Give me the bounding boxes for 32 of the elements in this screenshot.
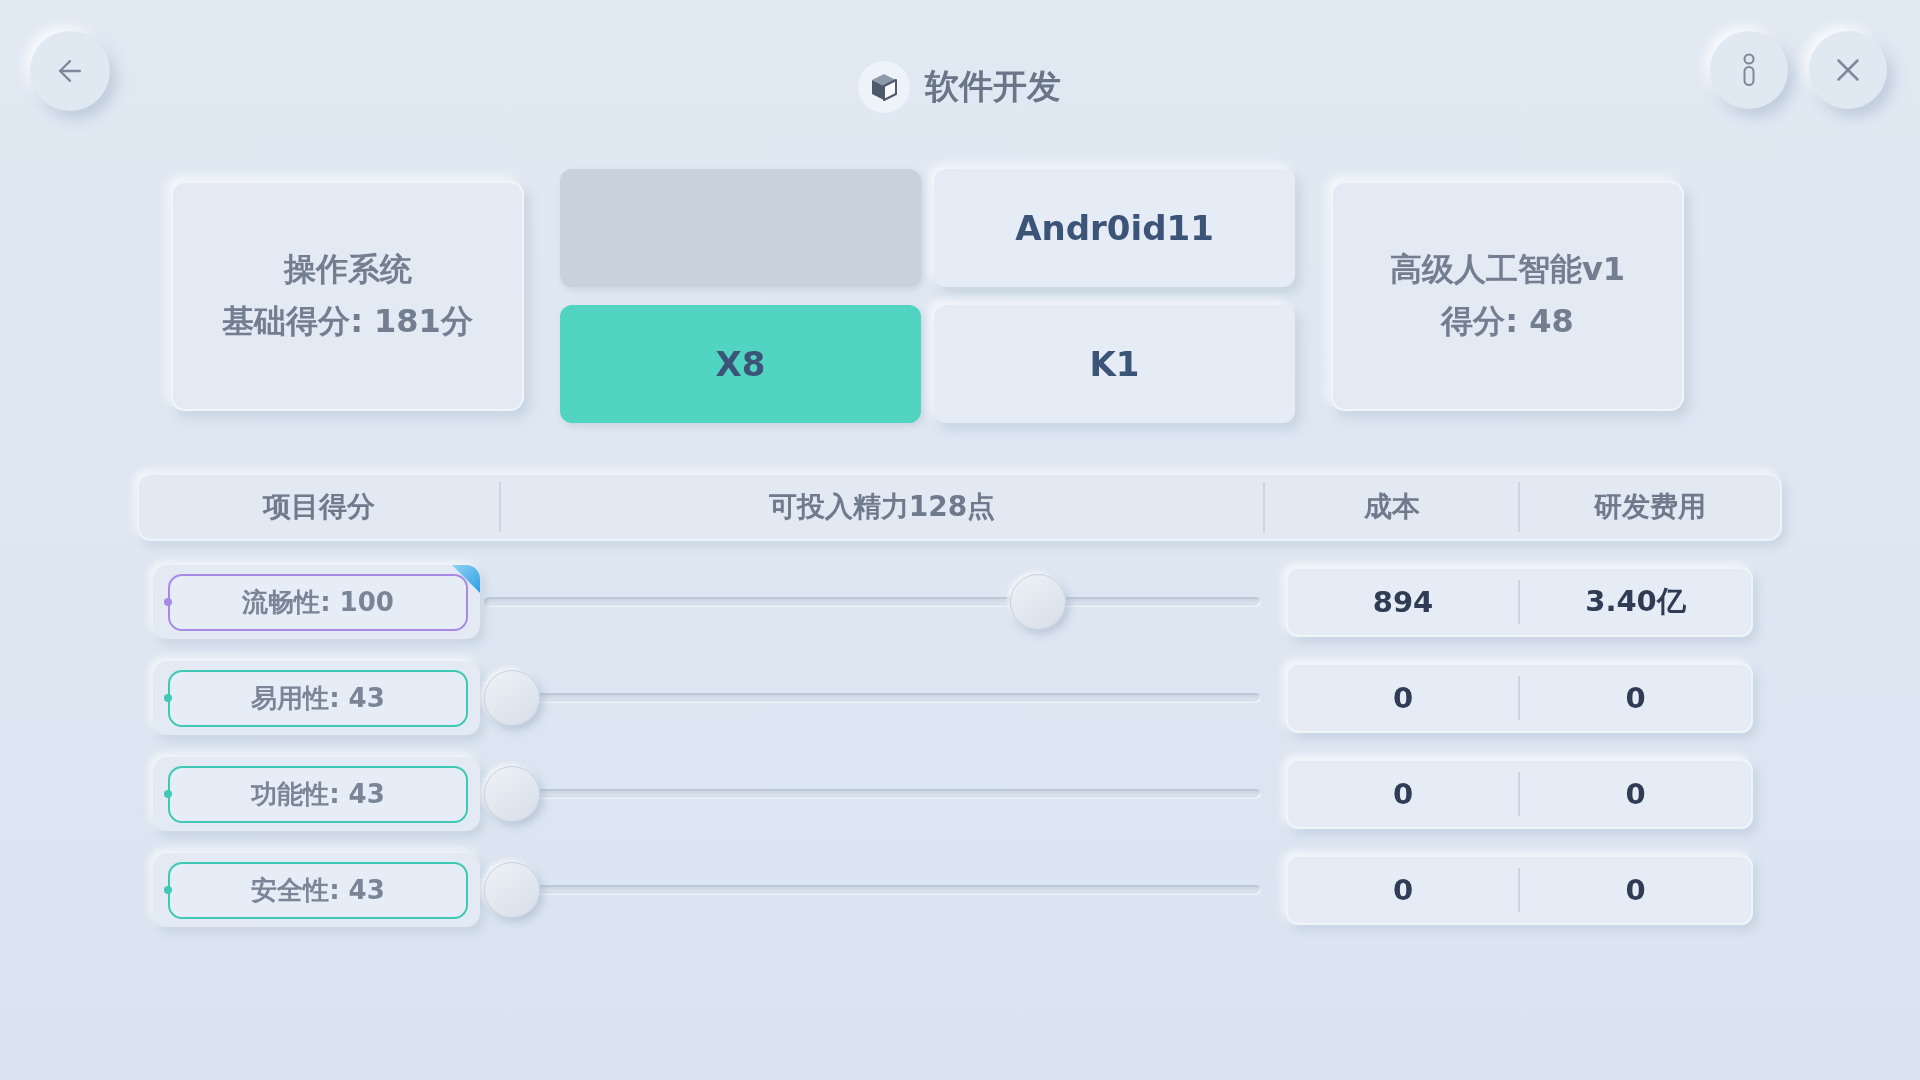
fee-value: 3.40亿	[1518, 580, 1751, 624]
cost-value: 0	[1391, 872, 1415, 909]
card-score: 得分: 48	[1441, 301, 1574, 342]
cube-icon	[856, 60, 911, 114]
card-title: 操作系统	[283, 249, 412, 290]
cost-value: 0	[1391, 776, 1415, 813]
info-button[interactable]	[1710, 31, 1788, 109]
cost-value: 894	[1371, 584, 1435, 621]
slider-thumb[interactable]	[484, 766, 540, 822]
fee-value: 0	[1518, 868, 1751, 912]
slider-thumb[interactable]	[1010, 574, 1067, 630]
column-header: 可投入精力128点	[499, 482, 1263, 532]
option-tile[interactable]: Andr0id11	[934, 169, 1295, 287]
score-label: 安全性: 43	[251, 873, 385, 907]
slider-thumb[interactable]	[484, 862, 540, 918]
score-label: 功能性: 43	[251, 777, 385, 811]
slider-thumb[interactable]	[484, 670, 540, 726]
card-title: 高级人工智能v1	[1389, 249, 1626, 290]
fee-value: 0	[1518, 772, 1751, 816]
option-tile[interactable]: K1	[934, 305, 1295, 423]
column-header: 研发费用	[1518, 482, 1780, 532]
back-button[interactable]	[30, 31, 110, 111]
option-tile[interactable]: X8	[560, 305, 921, 423]
cost-value: 0	[1391, 680, 1415, 717]
column-header: 成本	[1263, 482, 1518, 532]
card-score: 基础得分: 181分	[222, 301, 473, 342]
info-icon	[1741, 53, 1757, 87]
page-title: 软件开发	[924, 65, 1061, 108]
score-label: 流畅性: 100	[242, 585, 394, 619]
fee-value: 0	[1518, 676, 1751, 720]
column-header: 项目得分	[261, 489, 376, 525]
score-label: 易用性: 43	[251, 681, 385, 715]
